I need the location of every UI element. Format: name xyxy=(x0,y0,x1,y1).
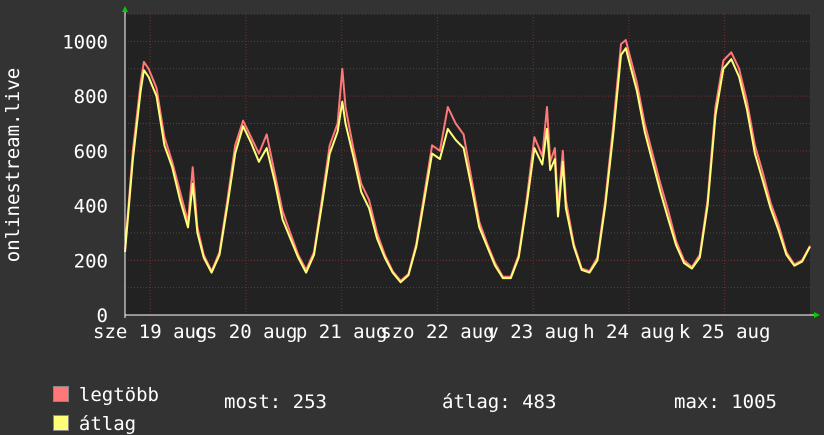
y-axis-label: onlinestream.live xyxy=(2,68,24,262)
legend-item-avg: átlag xyxy=(30,391,136,435)
legend-label-avg: átlag xyxy=(78,413,137,435)
y-tick-label: 800 xyxy=(74,86,108,108)
x-tick-label: szo 22 aug xyxy=(380,321,494,343)
stat-current: most: 253 xyxy=(224,391,327,413)
y-axis-arrow-icon xyxy=(122,6,128,12)
y-tick-label: 400 xyxy=(74,196,108,218)
x-tick-label: sze 19 aug xyxy=(93,321,207,343)
y-tick-label: 600 xyxy=(74,141,108,163)
x-axis-arrow-icon xyxy=(814,312,820,318)
x-tick-label: cs 20 aug xyxy=(194,321,297,343)
legend-swatch-avg xyxy=(52,415,69,431)
y-axis: 02004006008001000 xyxy=(62,31,108,327)
y-tick-label: 200 xyxy=(74,250,108,272)
x-tick-label: p 21 aug xyxy=(296,321,388,343)
stat-max: max: 1005 xyxy=(674,391,777,413)
stat-average: átlag: 483 xyxy=(442,391,557,413)
x-tick-label: h 24 aug xyxy=(583,321,675,343)
x-tick-label: v 23 aug xyxy=(487,321,579,343)
y-tick-label: 1000 xyxy=(62,31,108,53)
x-axis: sze 19 augcs 20 augp 21 augszo 22 augv 2… xyxy=(93,321,770,343)
x-tick-label: k 25 aug xyxy=(679,321,771,343)
